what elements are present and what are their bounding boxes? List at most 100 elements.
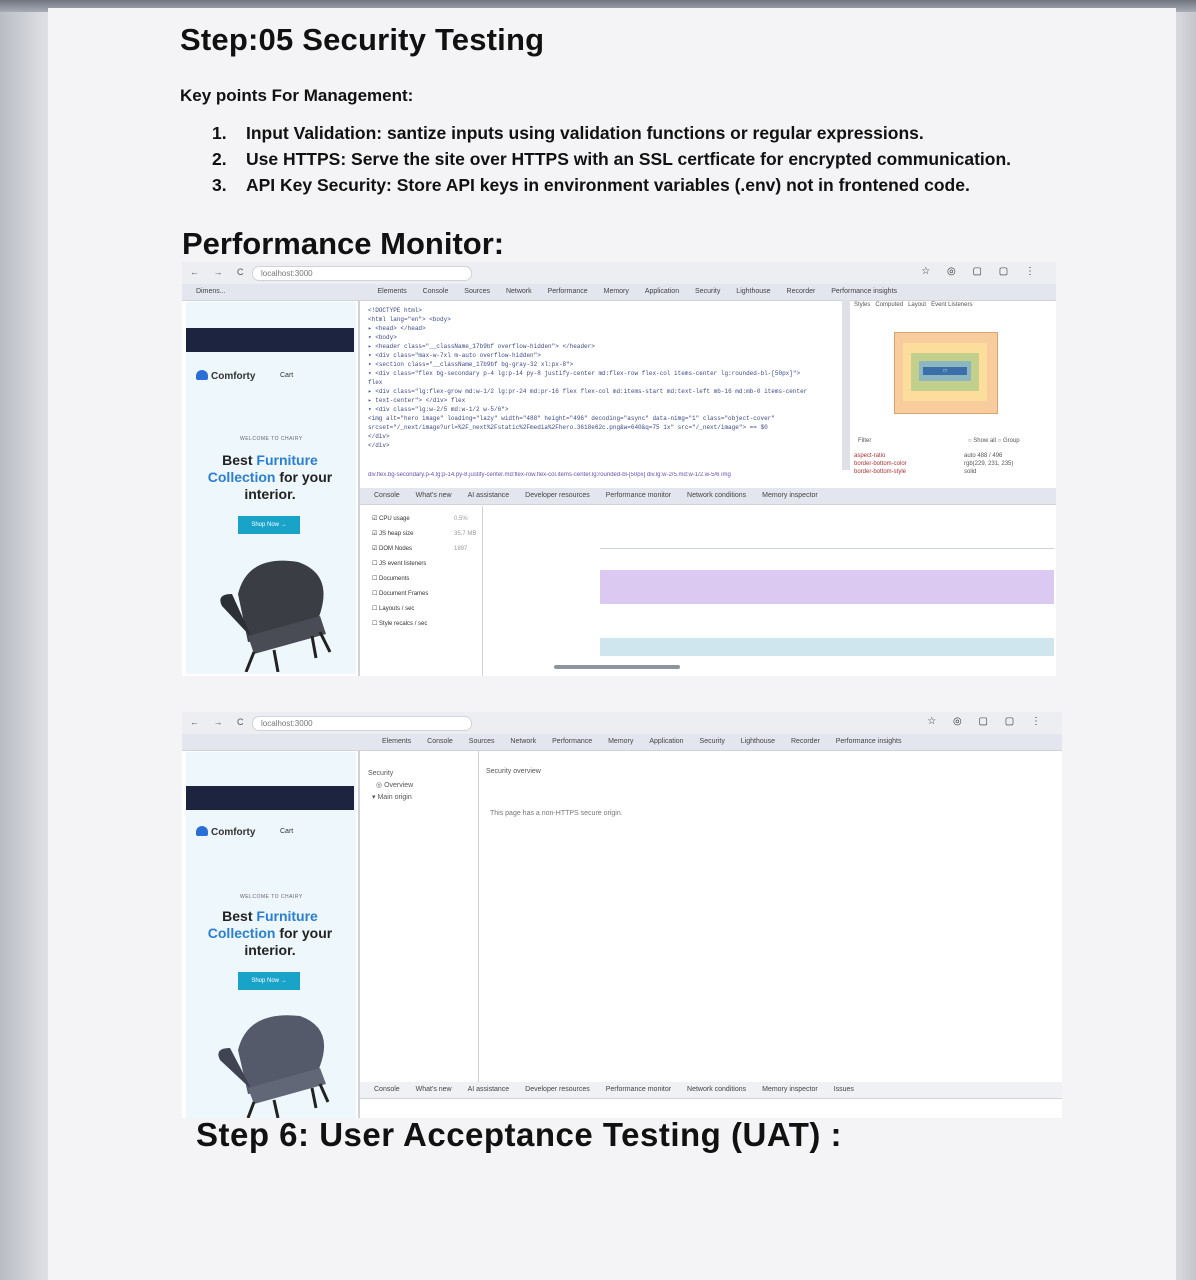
performance-heading: Performance Monitor: (182, 226, 505, 261)
metric-item: ☑ DOM Nodes (372, 546, 413, 552)
panel-splitter (358, 750, 360, 1118)
metric-label: CPU usage (379, 516, 410, 522)
address-bar: localhost:3000 (252, 716, 472, 731)
code-line: srcset="/_next/image?url=%2F_next%2Fstat… (368, 424, 768, 431)
style-props: aspect-ratio border-bottom-color border-… (854, 452, 907, 476)
main-origin-label: Main origin (377, 794, 412, 801)
box-model-diagram: □ (894, 332, 998, 414)
box-border: □ (903, 343, 987, 401)
list-item: 3. API Key Security: Store API keys in en… (212, 172, 1011, 198)
tab-lighthouse: Lighthouse (740, 738, 776, 745)
tab-performance-insights: Performance insights (831, 288, 898, 295)
list-number: 2. (212, 149, 227, 169)
dom-breadcrumb: div.flex.bg-secondary.p-4.lg:p-14.py-8.j… (368, 472, 731, 478)
tab-styles: Styles (854, 302, 871, 308)
show-all-checkbox: ○ Show all ○ Group (968, 438, 1020, 444)
main-origin-item: ▾ Main origin (372, 794, 412, 801)
tab-network: Network (510, 738, 537, 745)
shop-now-button: Shop Now → (238, 516, 300, 534)
promo-bar (186, 786, 354, 810)
horizontal-scrollbar (554, 665, 680, 669)
panel-splitter (478, 750, 479, 1090)
welcome-text: WELCOME TO CHAIRY (240, 436, 303, 442)
style-value: rgb(229, 231, 235) (964, 461, 1014, 467)
security-panel-screenshot: ← → C localhost:3000 ☆ ◎ ▢ ▢ ⋮ Elements … (182, 712, 1062, 1118)
shop-now-button: Shop Now → (238, 972, 300, 990)
code-line: ▸ text-center"> </div> flex (368, 397, 466, 404)
tab-console: Console (374, 1086, 400, 1093)
style-value: solid (964, 469, 977, 475)
tab-performance-monitor: Performance monitor (605, 1086, 672, 1093)
list-text: API Key Security: Store API keys in envi… (246, 175, 970, 195)
tab-performance: Performance (552, 738, 593, 745)
browser-toolbar: ← → C localhost:3000 ☆ ◎ ▢ ▢ ⋮ (182, 712, 1062, 735)
site-brand: Comforty (196, 370, 255, 382)
tab-computed: Computed (875, 302, 904, 308)
metric-item: ☑ JS heap size (372, 531, 414, 537)
tab-recorder: Recorder (786, 288, 816, 295)
metric-item: ☐ Documents (372, 576, 410, 582)
tab-issues: Issues (833, 1086, 854, 1093)
device-select: Dimens... (196, 288, 226, 295)
cart-label: Cart (280, 372, 294, 379)
code-line: <img alt="hero image" loading="lazy" wid… (368, 415, 775, 422)
brand-name: Comforty (211, 371, 256, 382)
tab-performance-monitor: Performance monitor (605, 492, 672, 499)
tab-network: Network (505, 288, 532, 295)
metric-item: ☐ Style recalcs / sec (372, 621, 428, 627)
list-item: 1. Input Validation: santize inputs using… (212, 120, 1011, 146)
code-line: ▾ <section class="__className_17b9bf bg-… (368, 361, 574, 368)
metric-label: Documents (379, 576, 410, 582)
key-points-heading: Key points For Management: (180, 86, 414, 105)
panel-splitter (842, 300, 850, 470)
welcome-text: WELCOME TO CHAIRY (240, 894, 303, 900)
hero-highlight: Collection (207, 469, 276, 485)
key-points-list: 1. Input Validation: santize inputs using… (212, 120, 1011, 198)
nav-arrows-icon: ← → C (190, 267, 250, 277)
tab-security: Security (695, 288, 721, 295)
devtools-tab-bar: Dimens... Elements Console Sources Netwo… (182, 284, 1056, 301)
list-item: 2. Use HTTPS: Serve the site over HTTPS w… (212, 146, 1011, 172)
code-line: <html lang="en"> <body> (368, 316, 451, 323)
devtools-tab-bar: Elements Console Sources Network Perform… (182, 734, 1062, 751)
hero-highlight: Furniture (256, 452, 318, 468)
code-line: ▾ <div class="flex bg-secondary p-4 lg:p… (368, 370, 801, 377)
metric-item: ☐ Document Frames (372, 591, 429, 597)
list-text: Input Validation: santize inputs using v… (246, 123, 924, 143)
code-line: <!DOCTYPE html> (368, 307, 423, 314)
tab-memory: Memory (608, 738, 634, 745)
metric-item: ☑ CPU usage (372, 516, 410, 522)
code-line: ▾ <div class="max-w-7xl m-auto overflow-… (368, 352, 541, 359)
site-preview: Comforty Cart WELCOME TO CHAIRY Best Fur… (186, 752, 356, 1118)
tab-recorder: Recorder (791, 738, 820, 745)
cpu-graph-line (600, 548, 1054, 549)
metric-values: 0.5% 35.7 MB 1897 (454, 512, 476, 557)
metric-item: ☐ Layouts / sec (372, 606, 415, 612)
hero-heading: Best Furniture Collection for your inter… (200, 452, 340, 503)
tab-lighthouse: Lighthouse (736, 288, 771, 295)
nav-arrows-icon: ← → C (190, 717, 250, 727)
browser-actions-icon: ☆ ◎ ▢ ▢ ⋮ (921, 266, 1042, 277)
security-label: Security (368, 770, 394, 777)
non-https-message: This page has a non-HTTPS secure origin. (490, 810, 623, 817)
code-line: </div> (368, 442, 390, 449)
metric-item: ☐ JS event listeners (372, 561, 427, 567)
metric-value: 1897 (454, 546, 468, 552)
chair-image (218, 1015, 330, 1118)
tab-memory-inspector: Memory inspector (762, 492, 818, 499)
tab-whats-new: What's new (415, 492, 452, 499)
code-line: ▾ <div class="lg:w-2/5 md:w-1/2 w-5/6"> (368, 406, 509, 413)
metric-value: 35.7 MB (454, 531, 477, 537)
tab-network-conditions: Network conditions (687, 492, 747, 499)
tab-performance-insights: Performance insights (835, 738, 902, 745)
chair-image (220, 560, 332, 672)
elements-tree: <!DOCTYPE html> <html lang="en"> <body> … (368, 306, 807, 450)
show-all-label: Show all (973, 438, 996, 444)
metric-label: JS event listeners (379, 561, 427, 567)
browser-actions-icon: ☆ ◎ ▢ ▢ ⋮ (927, 716, 1048, 727)
tab-console: Console (427, 738, 453, 745)
tab-whats-new: What's new (415, 1086, 452, 1093)
tab-event-listeners: Event Listeners (931, 302, 973, 308)
tab-memory: Memory (603, 288, 629, 295)
sofa-icon (196, 370, 208, 380)
